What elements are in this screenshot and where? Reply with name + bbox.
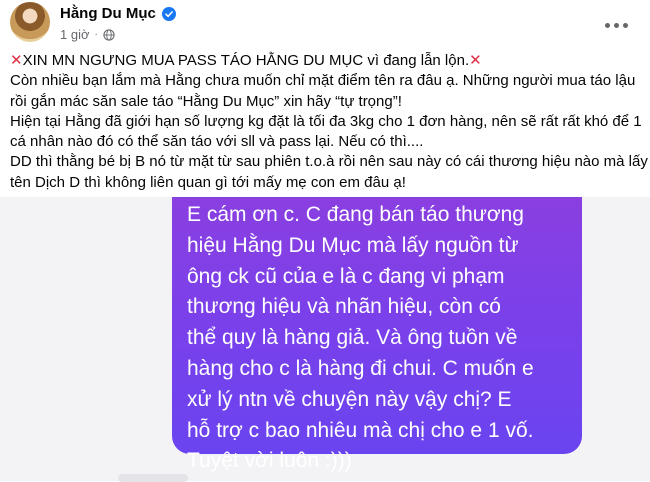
verified-badge-icon [161,6,176,21]
author-row: Hằng Du Mục [60,5,176,22]
facebook-post: Hằng Du Mục 1 giờ · ✕XIN MN NGƯNG MUA PA… [0,0,650,197]
message-line: hỗ trợ c bao nhiêu mà chị cho e 1 vố. [187,418,534,442]
post-line-3: rồi gắn mác săn sale táo “Hằng Du Mục” x… [10,92,402,110]
post-meta: 1 giờ · [60,27,115,42]
meta-separator: · [94,29,98,40]
author-avatar[interactable] [10,2,50,42]
more-options-button[interactable] [598,11,634,39]
post-line-4: Hiện tại Hằng đã giới hạn số lượng kg đặ… [10,112,642,130]
message-line: hàng cho c là hàng đi chui. C muốn e [187,356,534,380]
post-line-6: DD thì thằng bé bị B nó từ mặt từ sau ph… [10,153,648,171]
message-line: ông ck cũ của e là c đang vi phạm [187,264,505,288]
post-line-2: Còn nhiều bạn lắm mà Hằng chưa muốn chỉ … [10,72,636,90]
post-line-1: ✕XIN MN NGƯNG MUA PASS TÁO HẰNG DU MỤC v… [10,51,640,71]
author-name[interactable]: Hằng Du Mục [60,5,156,22]
message-line: xử lý ntn về chuyện này vậy chị? E [187,387,512,411]
cross-mark-icon: ✕ [469,52,482,69]
message-line: hiệu Hằng Du Mục mà lấy nguồn từ [187,233,519,257]
message-line: E cám ơn c. C đang bán táo thương [187,203,524,226]
chat-screenshot: E cám ơn c. C đang bán táo thương hiệu H… [0,197,650,482]
post-line-7: tên Dịch D thì không liên quan gì tới mấ… [10,173,406,191]
post-line-1-text: XIN MN NGƯNG MUA PASS TÁO HẰNG DU MỤC vì… [22,52,470,69]
post-line-5: cá nhân nào đó có thể săn táo với sll và… [10,133,424,151]
globe-icon [103,28,115,41]
cross-mark-icon: ✕ [10,52,23,69]
message-line: thương hiệu và nhãn hiệu, còn có [187,295,501,319]
message-line: thể quy là hàng giả. Và ông tuồn về [187,326,518,350]
message-line: Tuyệt vời luôn :))) [187,449,352,473]
post-body: ✕XIN MN NGƯNG MUA PASS TÁO HẰNG DU MỤC v… [10,51,648,193]
post-time[interactable]: 1 giờ [60,27,90,42]
message-text: E cám ơn c. C đang bán táo thương hiệu H… [187,200,587,477]
more-options-icon [604,22,610,28]
